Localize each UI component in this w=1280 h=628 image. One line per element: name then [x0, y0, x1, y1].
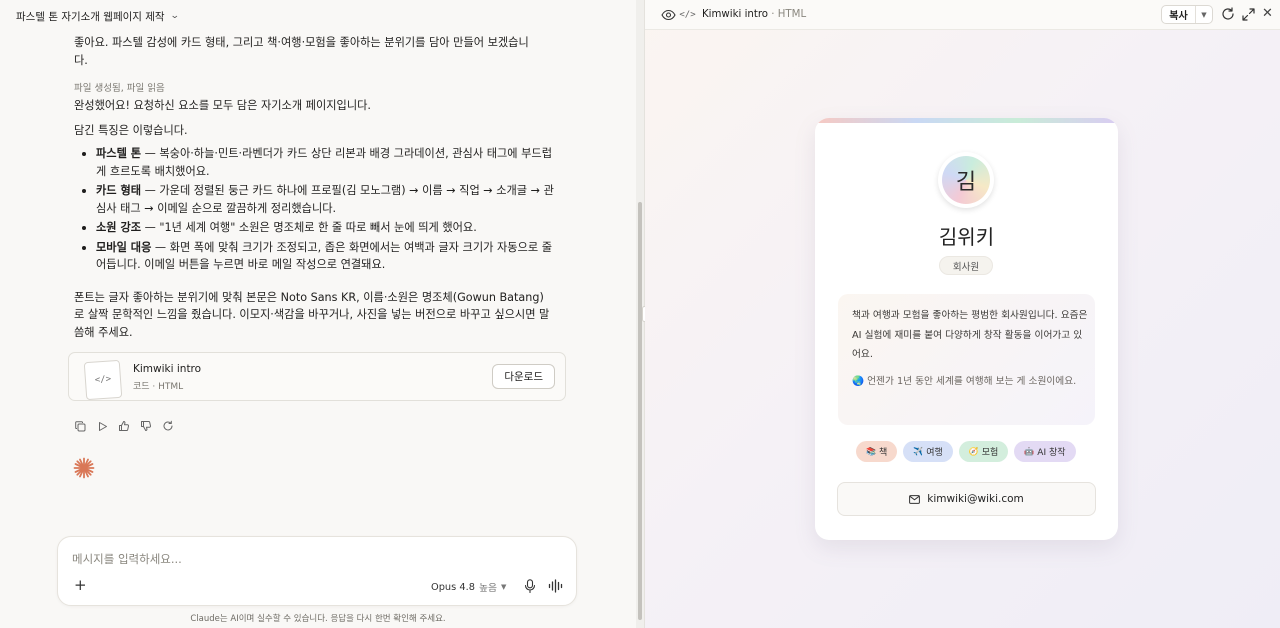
pastel-ribbon	[815, 118, 1118, 123]
chevron-down-icon: ⌄	[169, 11, 180, 21]
list-item: 소원 강조 — "1년 세계 여행" 소원은 명조체로 한 줄 따로 빼서 눈에…	[74, 219, 554, 237]
message-paragraph: 폰트는 글자 좋아하는 분위기에 맞춰 본문은 Noto Sans KR, 이름…	[74, 290, 550, 339]
artifact-card[interactable]: </> Kimwiki intro 코드 · HTML 다운로드	[68, 352, 566, 401]
tag-travel: ✈️ 여행	[903, 441, 953, 462]
microphone-icon[interactable]	[524, 579, 536, 593]
chat-pane: 파스텔 톤 자기소개 웹페이지 제작 ⌄ 좋아요. 파스텔 감성에 카드 형태,…	[0, 0, 644, 628]
interest-tags: 📚 책 ✈️ 여행 🧭 모험 🤖 AI 창작	[856, 441, 1076, 462]
airplane-icon: ✈️	[913, 447, 924, 456]
copy-icon[interactable]	[73, 419, 87, 433]
add-attachment-button[interactable]: +	[74, 578, 87, 593]
tag-adventure: 🧭 모험	[958, 441, 1009, 462]
thumbs-up-icon[interactable]	[117, 419, 131, 433]
play-icon[interactable]	[95, 419, 109, 433]
feature-list: 파스텔 톤 — 복숭아·하늘·민트·라벤더가 카드 상단 리본과 배경 그라데이…	[74, 145, 554, 274]
artifact-preview-pane: </> Kimwiki intro · HTML 복사 ▼ ✕ 김 김위키 회사…	[645, 0, 1280, 628]
close-icon[interactable]: ✕	[1262, 7, 1273, 21]
tool-status[interactable]: 파일 생성됨, 파일 읽음	[74, 82, 554, 96]
tag-ai-creation: 🤖 AI 창작	[1014, 441, 1076, 462]
model-selector[interactable]: Opus 4.8 높음 ▼	[431, 580, 507, 595]
message-paragraph: 완성했어요! 요청하신 요소를 모두 담은 자기소개 페이지입니다.	[74, 99, 371, 112]
code-file-icon: </>	[83, 359, 123, 401]
message-composer: + Opus 4.8 높음 ▼	[57, 536, 577, 606]
eye-icon[interactable]	[661, 8, 676, 22]
mail-icon	[909, 494, 921, 504]
monogram: 김	[942, 156, 990, 204]
message-input[interactable]	[72, 551, 552, 567]
list-item: 카드 형태 — 가운데 정렬된 둥근 카드 하나에 프로필(김 모노그램) → …	[74, 182, 554, 217]
email-address: kimwiki@wiki.com	[927, 493, 1024, 505]
compass-icon: 🧭	[968, 447, 979, 456]
refresh-icon[interactable]	[1221, 7, 1235, 21]
books-icon: 📚	[866, 447, 876, 456]
artifact-name: Kimwiki intro	[133, 363, 202, 375]
profile-card: 김 김위키 회사원 책과 여행과 모험을 좋아하는 평범한 회사원입니다. 요즘…	[815, 118, 1118, 540]
profile-name: 김위키	[938, 225, 995, 249]
list-item: 파스텔 톤 — 복숭아·하늘·민트·라벤더가 카드 상단 리본과 배경 그라데이…	[74, 145, 554, 180]
download-button[interactable]: 다운로드	[492, 364, 555, 389]
claude-spark-icon	[73, 457, 95, 479]
assistant-message: 좋아요. 파스텔 감성에 카드 형태, 그리고 책·여행·모험을 좋아하는 분위…	[74, 34, 554, 341]
message-paragraph: 좋아요. 파스텔 감성에 카드 형태, 그리고 책·여행·모험을 좋아하는 분위…	[74, 36, 529, 67]
model-name: Opus 4.8	[431, 581, 475, 593]
artifact-meta: 코드 · HTML	[133, 382, 184, 392]
message-paragraph: 담긴 특징은 이렇습니다.	[74, 123, 188, 137]
bio-text: 책과 여행과 모험을 좋아하는 평범한 회사원입니다. 요즘은 AI 실험에 재…	[852, 310, 1088, 360]
expand-icon[interactable]	[1242, 8, 1255, 21]
message-actions	[73, 419, 175, 433]
chevron-down-icon: ▼	[500, 583, 507, 591]
preview-title: Kimwiki intro · HTML	[702, 9, 807, 20]
avatar: 김	[938, 152, 994, 208]
thumbs-down-icon[interactable]	[139, 419, 153, 433]
email-button[interactable]: kimwiki@wiki.com	[837, 482, 1096, 516]
conversation-title: 파스텔 톤 자기소개 웹페이지 제작	[16, 10, 165, 23]
chevron-down-icon[interactable]: ▼	[1196, 6, 1212, 23]
disclaimer: Claude는 AI이며 실수할 수 있습니다. 응답을 다시 한번 확인해 주…	[190, 614, 446, 624]
conversation-title-menu[interactable]: 파스텔 톤 자기소개 웹페이지 제작 ⌄	[16, 8, 180, 24]
robot-icon: 🤖	[1024, 447, 1035, 456]
list-item: 모바일 대응 — 화면 폭에 맞춰 크기가 조정되고, 좁은 화면에서는 여백과…	[74, 239, 554, 274]
code-view-icon[interactable]: </>	[679, 7, 695, 22]
effort-level: 높음	[478, 583, 497, 594]
preview-toolbar: </> Kimwiki intro · HTML 복사 ▼ ✕	[645, 0, 1280, 30]
voice-mode-icon[interactable]	[548, 579, 564, 593]
scrollbar-thumb[interactable]	[638, 202, 642, 620]
bio-box: 책과 여행과 모험을 좋아하는 평범한 회사원입니다. 요즘은 AI 실험에 재…	[838, 294, 1095, 425]
copy-button[interactable]: 복사	[1162, 6, 1196, 23]
role-badge: 회사원	[939, 256, 993, 275]
copy-button-group: 복사 ▼	[1161, 5, 1213, 24]
retry-icon[interactable]	[161, 419, 175, 433]
wish-text: 🌏 언젠가 1년 동안 세계를 여행해 보는 게 소원이에요.	[852, 376, 1077, 387]
tag-books: 📚 책	[856, 441, 898, 462]
